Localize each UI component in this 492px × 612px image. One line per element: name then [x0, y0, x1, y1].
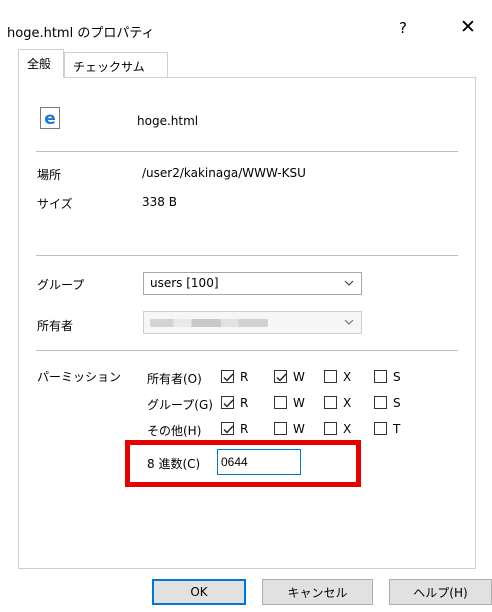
group-write-checkbox[interactable]	[274, 396, 287, 409]
obscured-owner-value	[150, 319, 268, 327]
divider	[36, 151, 458, 152]
window-title: hoge.html のプロパティ	[7, 26, 155, 41]
help-button[interactable]: ヘルプ(H)	[389, 579, 492, 605]
permissions-label: パーミッション	[37, 370, 122, 384]
close-button[interactable]: ✕	[456, 16, 480, 38]
html-file-icon: e	[40, 107, 60, 129]
owner-write-checkbox[interactable]	[274, 370, 287, 383]
read-label: R	[240, 422, 249, 436]
file-name: hoge.html	[137, 114, 199, 128]
execute-label: X	[343, 422, 352, 436]
ok-button[interactable]: OK	[152, 579, 246, 605]
setuid-label: S	[393, 370, 401, 384]
owner-execute-checkbox[interactable]	[324, 370, 337, 383]
size-label: サイズ	[37, 197, 73, 211]
location-value: /user2/kakinaga/WWW-KSU	[142, 166, 306, 180]
others-write-checkbox[interactable]	[274, 422, 287, 435]
write-label: W	[293, 370, 305, 384]
group-setgid-checkbox[interactable]	[374, 396, 387, 409]
perm-owner-label: 所有者(O)	[147, 372, 202, 386]
divider	[36, 350, 458, 351]
perm-others-label: その他(H)	[147, 424, 202, 438]
others-execute-checkbox[interactable]	[324, 422, 337, 435]
chevron-down-icon	[344, 319, 354, 325]
others-sticky-checkbox[interactable]	[374, 422, 387, 435]
owner-setuid-checkbox[interactable]	[374, 370, 387, 383]
tab-general[interactable]: 全般	[18, 49, 64, 78]
read-label: R	[240, 370, 249, 384]
owner-read-checkbox[interactable]	[221, 370, 234, 383]
size-value: 338 B	[142, 195, 177, 209]
read-label: R	[240, 396, 249, 410]
highlight-box	[125, 440, 361, 487]
location-label: 場所	[37, 168, 62, 182]
divider	[36, 255, 458, 256]
owner-combobox	[143, 311, 362, 334]
cancel-button[interactable]: キャンセル	[262, 579, 373, 605]
setgid-label: S	[393, 396, 401, 410]
svg-text:e: e	[44, 109, 56, 129]
group-label: グループ	[37, 278, 85, 292]
owner-label: 所有者	[37, 319, 74, 333]
title-bar: hoge.html のプロパティ ? ✕	[0, 0, 492, 41]
group-execute-checkbox[interactable]	[324, 396, 337, 409]
perm-group-label: グループ(G)	[147, 398, 213, 412]
others-read-checkbox[interactable]	[221, 422, 234, 435]
group-value: users [100]	[150, 276, 219, 290]
group-read-checkbox[interactable]	[221, 396, 234, 409]
tab-checksum[interactable]: チェックサム	[64, 52, 168, 77]
chevron-down-icon	[344, 280, 354, 286]
group-combobox[interactable]: users [100]	[143, 272, 362, 295]
write-label: W	[293, 422, 305, 436]
execute-label: X	[343, 370, 352, 384]
write-label: W	[293, 396, 305, 410]
help-title-button[interactable]: ?	[393, 19, 413, 37]
sticky-label: T	[393, 422, 401, 436]
execute-label: X	[343, 396, 352, 410]
